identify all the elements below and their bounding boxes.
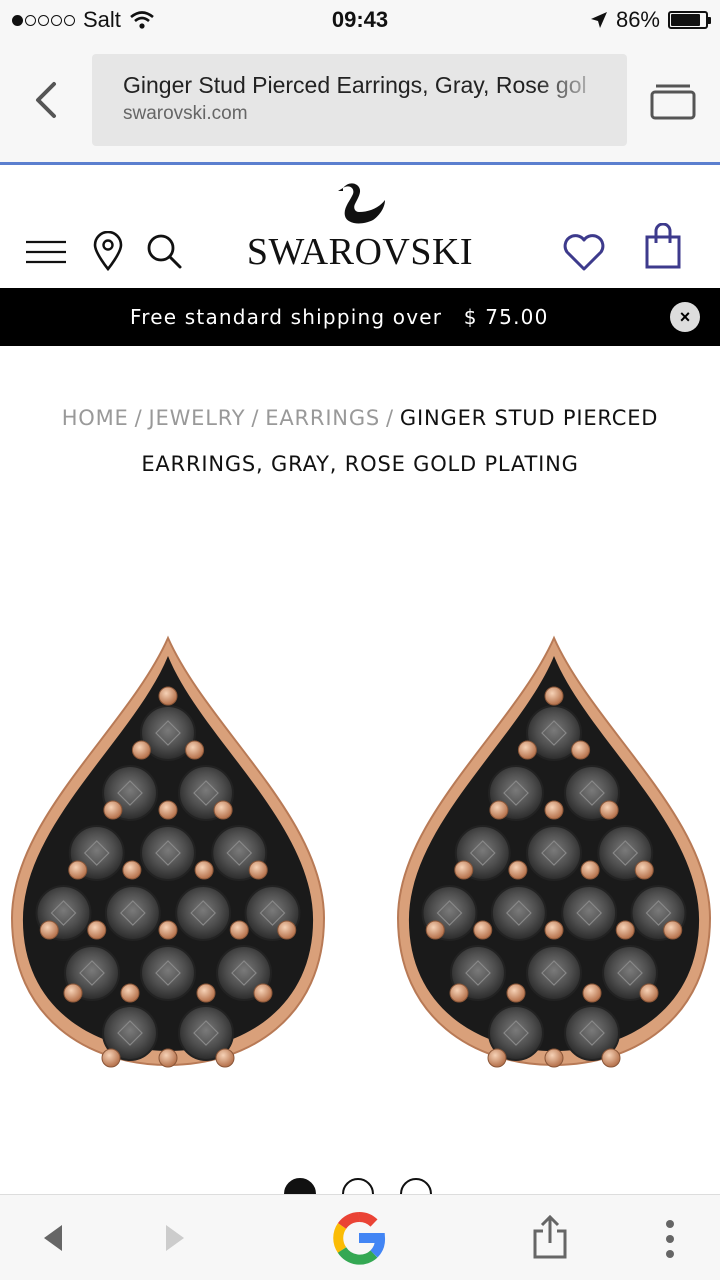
browser-toolbar: [0, 1194, 720, 1280]
tabs-icon[interactable]: [650, 82, 696, 120]
shopping-bag-icon[interactable]: [644, 223, 682, 269]
breadcrumb-earrings[interactable]: EARRINGS: [265, 406, 380, 430]
breadcrumb-separator: /: [134, 406, 143, 430]
battery-percent: 86%: [615, 7, 660, 32]
share-icon[interactable]: [532, 1215, 568, 1259]
earring-right: [396, 635, 712, 1068]
location-arrow-icon: [590, 12, 607, 28]
breadcrumb-jewelry[interactable]: JEWELRY: [149, 406, 246, 430]
breadcrumb: HOME / JEWELRY / EARRINGS / GINGER STUD PIERCE…: [40, 395, 680, 487]
more-vertical-icon[interactable]: [660, 1219, 680, 1259]
status-right: 86%: [590, 7, 711, 33]
status-bar: Salt 09:43 86%: [0, 0, 720, 40]
address-bar[interactable]: Ginger Stud Pierced Earrings, Gray, Rose…: [92, 54, 627, 146]
search-icon[interactable]: [145, 232, 183, 270]
breadcrumb-separator: /: [251, 406, 260, 430]
toolbar-back-icon[interactable]: [42, 1223, 64, 1253]
shipping-text: Free standard shipping over: [130, 305, 443, 329]
product-image[interactable]: [0, 620, 720, 1080]
url-host: swarovski.com: [123, 103, 248, 124]
page-title: Ginger Stud Pierced Earrings, Gray, Rose…: [123, 72, 587, 98]
battery-fill: [671, 14, 701, 26]
battery-icon: [668, 11, 711, 29]
swan-logo-icon[interactable]: [335, 182, 387, 228]
map-pin-icon[interactable]: [92, 231, 124, 271]
breadcrumb-separator: /: [386, 406, 394, 430]
heart-icon[interactable]: [562, 232, 606, 272]
shipping-banner: Free standard shipping over $ 75.00 ×: [0, 288, 720, 346]
chevron-left-icon[interactable]: [28, 80, 68, 120]
toolbar-forward-icon[interactable]: [164, 1223, 186, 1253]
site-header: SWAROVSKI: [0, 168, 720, 288]
shipping-amount: $ 75.00: [463, 305, 549, 329]
google-logo-icon[interactable]: [330, 1209, 388, 1267]
shipping-message: Free standard shipping over $ 75.00: [130, 305, 549, 329]
breadcrumb-home[interactable]: HOME: [62, 406, 129, 430]
browser-bar: Ginger Stud Pierced Earrings, Gray, Rose…: [0, 40, 720, 165]
hamburger-menu-icon[interactable]: [26, 240, 66, 264]
brand-logo-text[interactable]: SWAROVSKI: [240, 230, 480, 274]
close-icon[interactable]: ×: [670, 302, 700, 332]
earring-left: [10, 635, 326, 1068]
